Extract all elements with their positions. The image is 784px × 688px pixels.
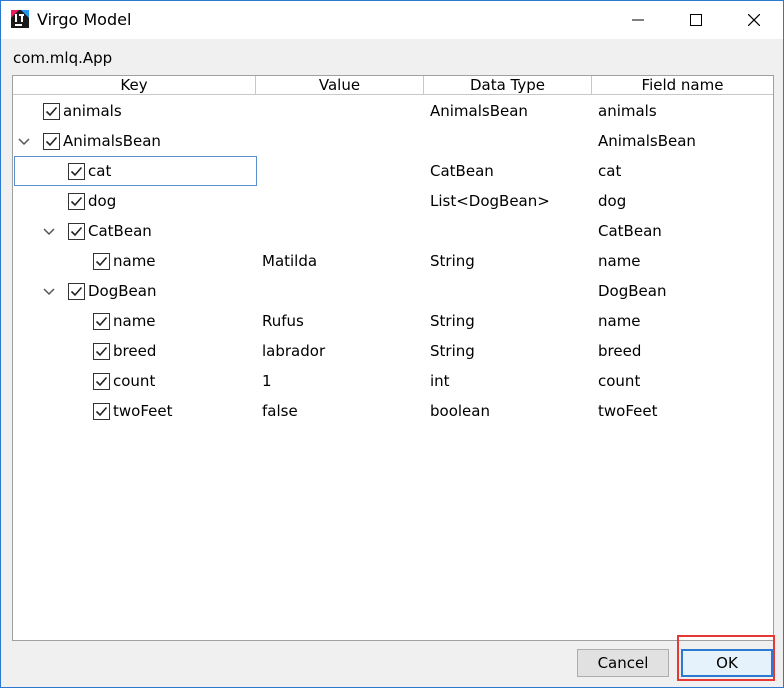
ok-highlight-annotation xyxy=(677,635,775,681)
cell-value[interactable]: Matilda xyxy=(262,246,317,276)
dialog-window: Virgo Model com.mlq.App Key Value Data T… xyxy=(0,0,784,688)
cell-field-name[interactable]: DogBean xyxy=(598,276,666,306)
table-row[interactable]: name Rufus String name xyxy=(13,306,773,336)
window-title: Virgo Model xyxy=(37,10,132,29)
row-checkbox[interactable] xyxy=(43,103,60,120)
table-header: Key Value Data Type Field name xyxy=(13,76,773,95)
cell-data-type[interactable]: List<DogBean> xyxy=(430,186,550,216)
row-checkbox[interactable] xyxy=(93,313,110,330)
cell-key: CatBean xyxy=(88,222,152,240)
table-row[interactable]: AnimalsBean AnimalsBean xyxy=(13,126,773,156)
table-row[interactable]: cat CatBean cat xyxy=(13,156,773,186)
chevron-down-icon[interactable] xyxy=(42,225,56,239)
cell-data-type[interactable]: String xyxy=(430,306,475,336)
checkmark-icon xyxy=(95,376,108,387)
cell-value[interactable]: false xyxy=(262,396,298,426)
close-icon xyxy=(748,14,760,26)
cell-field-name[interactable]: twoFeet xyxy=(598,396,657,426)
minimize-icon xyxy=(632,19,644,21)
cell-value[interactable]: Rufus xyxy=(262,306,304,336)
chevron-down-icon[interactable] xyxy=(17,135,31,149)
cell-value[interactable]: labrador xyxy=(262,336,325,366)
cell-field-name[interactable]: dog xyxy=(598,186,626,216)
column-header-data-type[interactable]: Data Type xyxy=(424,76,592,95)
row-checkbox[interactable] xyxy=(68,193,85,210)
checkmark-icon xyxy=(70,226,83,237)
cell-data-type[interactable]: boolean xyxy=(430,396,490,426)
cell-key: dog xyxy=(88,192,117,210)
cell-key: DogBean xyxy=(88,282,157,300)
checkmark-icon xyxy=(95,316,108,327)
cell-field-name[interactable]: AnimalsBean xyxy=(598,126,696,156)
checkmark-icon xyxy=(45,106,58,117)
table-row[interactable]: name Matilda String name xyxy=(13,246,773,276)
checkmark-icon xyxy=(70,196,83,207)
column-header-field-name[interactable]: Field name xyxy=(592,76,773,95)
package-label: com.mlq.App xyxy=(13,49,113,67)
cell-key: name xyxy=(113,312,156,330)
checkmark-icon xyxy=(95,346,108,357)
table-row[interactable]: dog List<DogBean> dog xyxy=(13,186,773,216)
cell-data-type[interactable]: String xyxy=(430,336,475,366)
column-header-value[interactable]: Value xyxy=(256,76,424,95)
cell-field-name[interactable]: breed xyxy=(598,336,641,366)
cell-field-name[interactable]: name xyxy=(598,306,641,336)
cell-key: twoFeet xyxy=(113,402,173,420)
cell-field-name[interactable]: count xyxy=(598,366,640,396)
row-checkbox[interactable] xyxy=(93,343,110,360)
row-checkbox[interactable] xyxy=(68,283,85,300)
table-row[interactable]: animals AnimalsBean animals xyxy=(13,96,773,126)
cell-field-name[interactable]: name xyxy=(598,246,641,276)
cell-field-name[interactable]: animals xyxy=(598,96,657,126)
row-checkbox[interactable] xyxy=(93,253,110,270)
cell-data-type[interactable]: AnimalsBean xyxy=(430,96,528,126)
cell-key: count xyxy=(113,372,156,390)
checkmark-icon xyxy=(95,256,108,267)
cell-field-name[interactable]: CatBean xyxy=(598,216,662,246)
table-row[interactable]: twoFeet false boolean twoFeet xyxy=(13,396,773,426)
model-tree-table[interactable]: Key Value Data Type Field name animals An… xyxy=(12,75,774,641)
cell-value[interactable]: 1 xyxy=(262,366,272,396)
cell-key: animals xyxy=(63,102,122,120)
row-checkbox[interactable] xyxy=(68,163,85,180)
maximize-icon xyxy=(690,14,702,26)
row-checkbox[interactable] xyxy=(43,133,60,150)
table-row[interactable]: CatBean CatBean xyxy=(13,216,773,246)
cell-data-type[interactable]: int xyxy=(430,366,450,396)
cancel-button[interactable]: Cancel xyxy=(577,649,669,677)
cell-key: cat xyxy=(88,162,112,180)
row-checkbox[interactable] xyxy=(93,373,110,390)
title-bar: Virgo Model xyxy=(1,1,783,39)
cell-key: breed xyxy=(113,342,157,360)
checkmark-icon xyxy=(70,286,83,297)
checkmark-icon xyxy=(70,166,83,177)
cell-field-name[interactable]: cat xyxy=(598,156,621,186)
table-row[interactable]: breed labrador String breed xyxy=(13,336,773,366)
chevron-down-icon[interactable] xyxy=(42,285,56,299)
intellij-icon xyxy=(11,10,29,28)
table-row[interactable]: DogBean DogBean xyxy=(13,276,773,306)
checkmark-icon xyxy=(45,136,58,147)
cell-data-type[interactable]: CatBean xyxy=(430,156,494,186)
column-header-key[interactable]: Key xyxy=(13,76,256,95)
close-button[interactable] xyxy=(725,1,783,39)
row-checkbox[interactable] xyxy=(93,403,110,420)
cell-key: AnimalsBean xyxy=(63,132,161,150)
row-checkbox[interactable] xyxy=(68,223,85,240)
cell-key: name xyxy=(113,252,156,270)
table-row[interactable]: count 1 int count xyxy=(13,366,773,396)
minimize-button[interactable] xyxy=(609,1,667,39)
cell-data-type[interactable]: String xyxy=(430,246,475,276)
maximize-button[interactable] xyxy=(667,1,725,39)
checkmark-icon xyxy=(95,406,108,417)
